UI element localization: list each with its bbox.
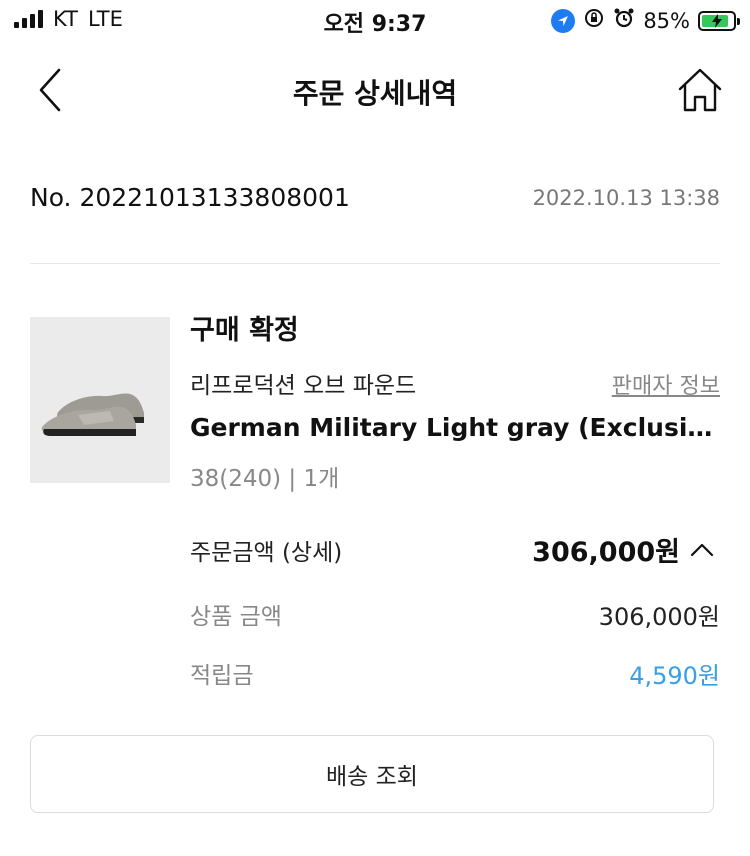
chevron-up-icon <box>690 543 714 556</box>
order-amount-toggle[interactable]: 306,000원 <box>532 530 714 569</box>
status-bar: KT LTE 오전 9:37 85% <box>0 0 750 44</box>
divider <box>30 263 720 264</box>
order-number: No. 20221013133808001 <box>30 183 350 212</box>
points-label: 적립금 <box>190 663 254 689</box>
page-title: 주문 상세내역 <box>292 77 458 110</box>
sneaker-image <box>41 393 144 436</box>
battery-icon <box>698 10 740 31</box>
product-option: 38(240) | 1개 <box>190 466 340 492</box>
status-bar-right: 85% <box>551 7 740 34</box>
location-icon <box>551 8 576 33</box>
product-name[interactable]: German Military Light gray (Exclusiv... <box>190 413 720 442</box>
brand-name[interactable]: 리프로덕션 오브 파운드 <box>190 366 416 400</box>
points-value: 4,590원 <box>629 662 720 690</box>
battery-percent: 85% <box>643 8 690 33</box>
product-amount-label: 상품 금액 <box>190 604 282 630</box>
seller-info-link[interactable]: 판매자 정보 <box>612 368 720 400</box>
order-amount-label[interactable]: 주문금액 (상세) <box>190 533 342 567</box>
track-shipping-button[interactable]: 배송 조회 <box>30 735 714 813</box>
product-image[interactable] <box>30 317 170 483</box>
rotation-lock-icon <box>583 7 605 34</box>
track-shipping-label: 배송 조회 <box>326 764 418 790</box>
order-status: 구매 확정 <box>190 315 299 346</box>
alarm-icon <box>613 7 635 34</box>
home-icon <box>678 68 722 112</box>
order-date: 2022.10.13 13:38 <box>532 186 720 210</box>
product-amount-value: 306,000원 <box>598 603 720 631</box>
order-amount-value: 306,000원 <box>532 537 680 568</box>
home-button[interactable] <box>672 64 728 116</box>
